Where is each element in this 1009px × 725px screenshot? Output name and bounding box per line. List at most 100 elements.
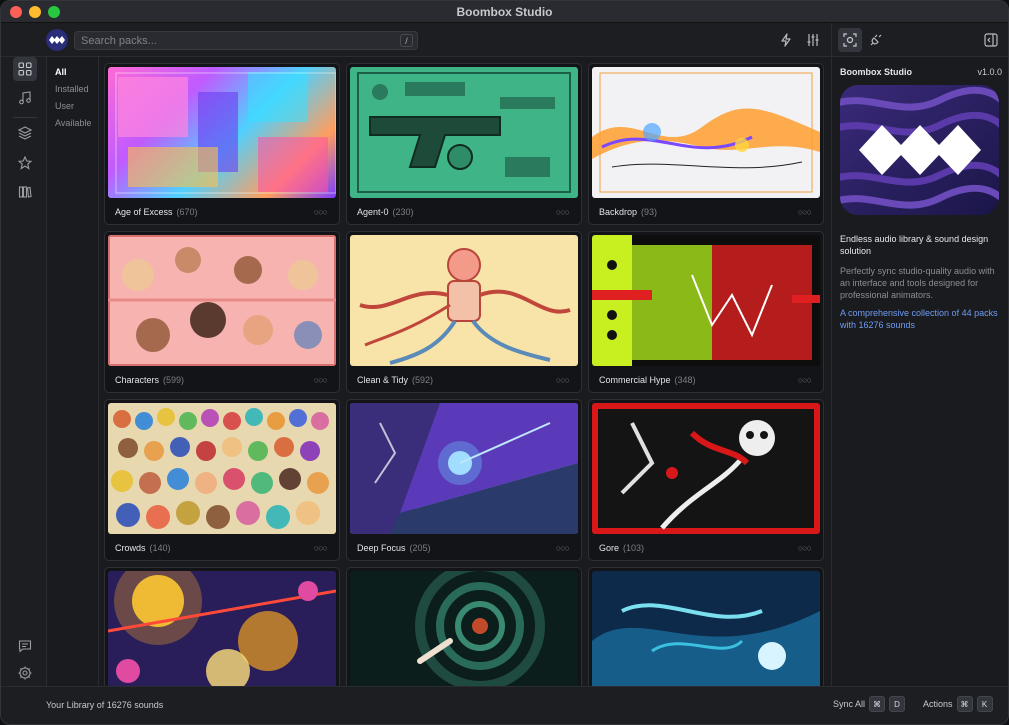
pack-artwork: [350, 235, 578, 366]
search-box[interactable]: /: [74, 31, 418, 50]
pack-name: Deep Focus: [357, 543, 406, 553]
pack-footer: Characters (599) ○○○: [105, 366, 339, 392]
app-logo[interactable]: [46, 29, 68, 51]
sync-all-button[interactable]: Sync All ⌘ D: [833, 696, 906, 712]
pack-card[interactable]: [104, 567, 340, 686]
pack-footer: Backdrop (93) ○○○: [589, 198, 823, 224]
pack-footer: Age of Excess (670) ○○○: [105, 198, 339, 224]
pack-artwork: [108, 403, 336, 534]
pack-card[interactable]: [588, 567, 824, 686]
close-window-button[interactable]: [10, 6, 22, 18]
scan-icon[interactable]: [838, 28, 862, 52]
pack-footer: Commercial Hype (348) ○○○: [589, 366, 823, 392]
pack-card[interactable]: Deep Focus (205) ○○○: [346, 399, 582, 561]
pack-count: (103): [623, 543, 645, 553]
music-note-icon[interactable]: [13, 86, 37, 110]
panel-header: Boombox Studio v1.0.0: [840, 67, 1002, 77]
status-bar: Your Library of 16276 sounds Sync All ⌘ …: [1, 686, 1008, 724]
pack-artwork: [592, 403, 820, 534]
pack-count: (140): [149, 543, 171, 553]
actions-button[interactable]: Actions ⌘ K: [923, 696, 993, 712]
sliders-icon[interactable]: [804, 31, 822, 49]
star-icon[interactable]: [13, 151, 37, 175]
app-artwork: [840, 85, 999, 215]
settings-icon[interactable]: [13, 661, 37, 685]
command-key-icon: ⌘: [956, 696, 973, 712]
more-options-icon[interactable]: ○○○: [798, 375, 812, 385]
command-key-icon: ⌘: [869, 696, 886, 712]
pack-footer: Crowds (140) ○○○: [105, 534, 339, 560]
pack-name: Age of Excess: [115, 207, 173, 217]
app-window: Boombox Studio /: [0, 0, 1009, 725]
more-options-icon[interactable]: ○○○: [314, 375, 328, 385]
pack-count: (205): [409, 543, 431, 553]
window-title: Boombox Studio: [456, 4, 553, 19]
pack-count: (93): [641, 207, 658, 217]
pack-count: (670): [176, 207, 198, 217]
pack-footer: Deep Focus (205) ○○○: [347, 534, 581, 560]
left-rail: [1, 57, 47, 686]
pack-name: Agent-0: [357, 207, 389, 217]
pack-artwork: [350, 571, 578, 686]
pack-footer: Gore (103) ○○○: [589, 534, 823, 560]
pack-card[interactable]: [346, 567, 582, 686]
more-options-icon[interactable]: ○○○: [556, 375, 570, 385]
rail-divider: [13, 117, 37, 118]
pack-artwork: [108, 571, 336, 686]
zoom-window-button[interactable]: [48, 6, 60, 18]
pack-artwork: [592, 571, 820, 686]
pack-card[interactable]: Crowds (140) ○○○: [104, 399, 340, 561]
more-options-icon[interactable]: ○○○: [314, 207, 328, 217]
pack-artwork: [108, 235, 336, 366]
window-controls: [10, 6, 60, 18]
pack-name: Gore: [599, 543, 620, 553]
more-options-icon[interactable]: ○○○: [556, 543, 570, 553]
info-panel: Boombox Studio v1.0.0 Endless audio libr…: [831, 57, 1008, 686]
pack-footer: Agent-0 (230) ○○○: [347, 198, 581, 224]
more-options-icon[interactable]: ○○○: [556, 207, 570, 217]
pack-artwork: [592, 67, 820, 198]
pack-artwork: [108, 67, 336, 198]
more-options-icon[interactable]: ○○○: [798, 207, 812, 217]
pack-card[interactable]: Age of Excess (670) ○○○: [104, 63, 340, 225]
plugin-icon[interactable]: [867, 31, 885, 49]
sync-key-d: D: [889, 696, 906, 712]
pack-card[interactable]: Commercial Hype (348) ○○○: [588, 231, 824, 393]
boombox-logo-icon: [49, 36, 65, 44]
library-icon[interactable]: [13, 180, 37, 204]
chat-icon[interactable]: [13, 634, 37, 658]
pack-grid: Age of Excess (670) ○○○ Agent-0 (230) ○○…: [99, 57, 831, 686]
pack-card[interactable]: Agent-0 (230) ○○○: [346, 63, 582, 225]
filter-user[interactable]: User: [47, 98, 98, 115]
pack-artwork: [350, 67, 578, 198]
filter-all[interactable]: All: [47, 64, 98, 81]
more-options-icon[interactable]: ○○○: [798, 543, 812, 553]
panel-heading: Endless audio library & sound design sol…: [840, 234, 989, 256]
actions-key-k: K: [976, 696, 993, 712]
bolt-icon[interactable]: [777, 31, 795, 49]
layers-icon[interactable]: [13, 121, 37, 145]
panel-description: Perfectly sync studio-quality audio with…: [840, 266, 995, 300]
filter-installed[interactable]: Installed: [47, 81, 98, 98]
sync-all-label: Sync All: [833, 699, 866, 709]
sidebar-toggle-icon[interactable]: [982, 31, 1000, 49]
pack-card[interactable]: Clean & Tidy (592) ○○○: [346, 231, 582, 393]
minimize-window-button[interactable]: [29, 6, 41, 18]
pack-card[interactable]: Gore (103) ○○○: [588, 399, 824, 561]
pack-artwork: [350, 403, 578, 534]
grid-icon[interactable]: [13, 57, 37, 81]
pack-name: Backdrop: [599, 207, 638, 217]
title-bar: Boombox Studio: [1, 1, 1008, 23]
pack-name: Commercial Hype: [599, 375, 671, 385]
search-shortcut-badge: /: [400, 34, 413, 47]
pack-count: (592): [412, 375, 434, 385]
search-input[interactable]: [81, 34, 381, 47]
pack-card[interactable]: Characters (599) ○○○: [104, 231, 340, 393]
panel-collection-link[interactable]: A comprehensive collection of 44 packs w…: [840, 307, 1002, 331]
actions-label: Actions: [923, 699, 953, 709]
filter-available[interactable]: Available: [47, 115, 98, 132]
pack-artwork: [592, 235, 820, 366]
pack-count: (230): [392, 207, 414, 217]
more-options-icon[interactable]: ○○○: [314, 543, 328, 553]
pack-card[interactable]: Backdrop (93) ○○○: [588, 63, 824, 225]
